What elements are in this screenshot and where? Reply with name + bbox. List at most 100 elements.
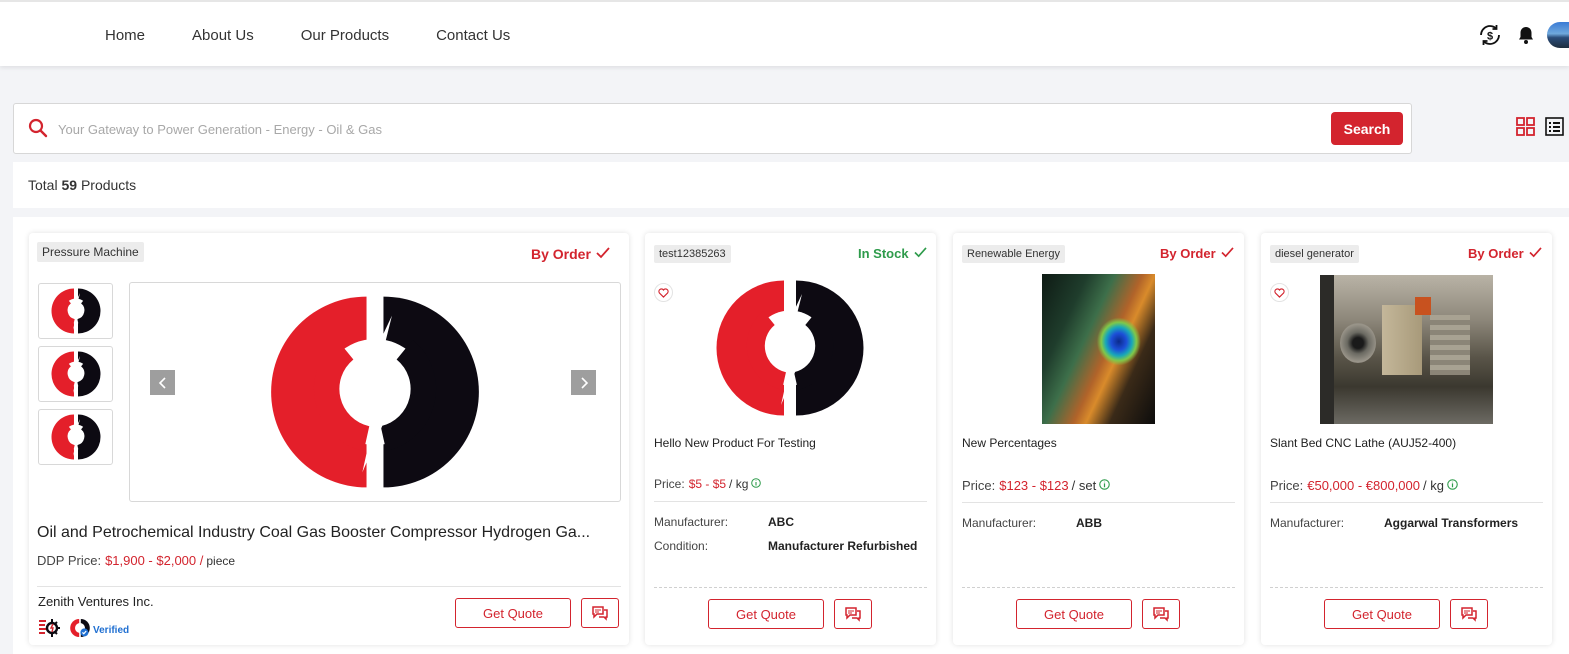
- category-tag: test12385263: [654, 245, 731, 263]
- price-line: Price: €50,000 - €800,000 / kg: [1270, 478, 1458, 493]
- product-card[interactable]: diesel generator By Order Slant Bed CNC …: [1261, 233, 1552, 645]
- nav-home[interactable]: Home: [105, 27, 145, 44]
- chat-icon: [1461, 607, 1477, 622]
- user-avatar[interactable]: [1547, 22, 1569, 48]
- thumbnail-list: [38, 283, 113, 472]
- price-value: €50,000 - €800,000: [1307, 478, 1421, 493]
- wishlist-heart-button[interactable]: [654, 283, 673, 302]
- view-toggle: [1516, 117, 1564, 141]
- chevron-right-icon: [580, 376, 588, 389]
- heart-icon: [658, 287, 669, 298]
- price-value: $123 - $123: [999, 478, 1069, 493]
- chat-button[interactable]: [581, 598, 619, 628]
- brand-logo-icon: [51, 414, 100, 460]
- product-image[interactable]: [1320, 275, 1493, 424]
- seller-name[interactable]: Zenith Ventures Inc.: [38, 594, 154, 609]
- search-button[interactable]: Search: [1331, 112, 1403, 145]
- price-value: $1,900 - $2,000 /: [105, 553, 204, 568]
- wishlist-heart-button[interactable]: [1270, 283, 1289, 302]
- product-title[interactable]: New Percentages: [962, 436, 1057, 450]
- check-icon: [1529, 246, 1542, 261]
- price-value: $5 - $5: [688, 477, 727, 491]
- list-view-icon[interactable]: [1545, 117, 1564, 141]
- brand-logo-icon: [51, 288, 100, 334]
- carousel-next-button[interactable]: [571, 370, 596, 395]
- get-quote-button[interactable]: Get Quote: [708, 599, 824, 629]
- search-input[interactable]: [58, 118, 1258, 140]
- divider: [1270, 587, 1543, 588]
- total-suffix: Products: [80, 177, 137, 193]
- divider: [37, 586, 621, 587]
- manufacturer-value: ABB: [1076, 516, 1102, 530]
- info-icon[interactable]: [1099, 478, 1110, 493]
- product-image[interactable]: [1042, 274, 1155, 424]
- product-title[interactable]: Oil and Petrochemical Industry Coal Gas …: [37, 524, 590, 542]
- results-summary: Total 59 Products: [13, 162, 1569, 208]
- search-icon: [28, 118, 48, 143]
- availability-status: By Order: [1160, 246, 1234, 261]
- product-card[interactable]: Renewable Energy By Order New Percentage…: [953, 233, 1244, 645]
- top-header: Home About Us Our Products Contact Us $: [0, 0, 1569, 66]
- carousel-prev-button[interactable]: [150, 370, 175, 395]
- manufacturer-row: Manufacturer: Aggarwal Transformers: [1270, 516, 1519, 530]
- chat-button[interactable]: [834, 599, 872, 629]
- check-icon: [596, 246, 610, 262]
- grid-view-icon[interactable]: [1516, 117, 1535, 141]
- thumbnail[interactable]: [38, 283, 113, 339]
- divider: [654, 501, 927, 502]
- thumbnail[interactable]: [38, 346, 113, 402]
- condition-value: Manufacturer Refurbished: [768, 539, 918, 553]
- product-card[interactable]: test12385263 In Stock Hello New Product …: [645, 233, 936, 645]
- category-tag: Pressure Machine: [37, 242, 144, 262]
- divider: [1270, 502, 1543, 503]
- verified-badge-icon: [70, 618, 90, 643]
- get-quote-button[interactable]: Get Quote: [1016, 599, 1132, 629]
- heart-icon: [1274, 287, 1285, 298]
- verified-label: Verified: [93, 625, 130, 636]
- availability-status: By Order: [531, 246, 610, 262]
- info-icon[interactable]: [1447, 478, 1458, 493]
- price-unit: piece: [206, 553, 236, 568]
- nav-contact-us[interactable]: Contact Us: [436, 27, 510, 44]
- check-icon: [1221, 246, 1234, 261]
- gear-bolt-icon: [38, 618, 60, 643]
- price-unit: / kg: [1423, 478, 1444, 493]
- thumbnail[interactable]: [38, 409, 113, 465]
- product-title[interactable]: Hello New Product For Testing: [654, 436, 816, 450]
- price-line: Price: $5 - $5 / kg: [654, 477, 762, 491]
- manufacturer-value: Aggarwal Transformers: [1384, 516, 1519, 530]
- manufacturer-row: Manufacturer: ABB: [962, 516, 1102, 530]
- brand-logo-icon: [716, 280, 864, 416]
- currency-exchange-icon[interactable]: $: [1477, 22, 1503, 48]
- bell-icon[interactable]: [1517, 25, 1535, 45]
- divider: [654, 587, 927, 588]
- manufacturer-value: ABC: [768, 515, 794, 529]
- category-tag: diesel generator: [1270, 245, 1359, 263]
- availability-status: By Order: [1468, 246, 1542, 261]
- info-icon[interactable]: [751, 477, 762, 491]
- get-quote-button[interactable]: Get Quote: [1324, 599, 1440, 629]
- main-nav: Home About Us Our Products Contact Us: [105, 27, 557, 44]
- products-panel: Pressure Machine By Order Oil and Petroc…: [13, 217, 1569, 654]
- total-count: 59: [61, 177, 78, 193]
- price-unit: / set: [1071, 478, 1097, 493]
- chat-icon: [592, 606, 608, 621]
- nav-our-products[interactable]: Our Products: [301, 27, 389, 44]
- manufacturer-row: Manufacturer: ABC: [654, 515, 794, 529]
- check-icon: [913, 246, 927, 261]
- availability-status: In Stock: [858, 246, 927, 261]
- product-title[interactable]: Slant Bed CNC Lathe (AUJ52-400): [1270, 436, 1456, 450]
- total-prefix: Total: [28, 177, 58, 193]
- nav-about-us[interactable]: About Us: [192, 27, 254, 44]
- brand-logo-icon: [271, 296, 479, 488]
- chat-button[interactable]: [1450, 599, 1488, 629]
- divider: [962, 502, 1235, 503]
- svg-text:$: $: [1487, 31, 1493, 43]
- featured-product-card[interactable]: Pressure Machine By Order Oil and Petroc…: [29, 233, 629, 645]
- price-unit: / kg: [729, 477, 749, 491]
- price-line: DDP Price: $1,900 - $2,000 / piece: [37, 553, 236, 568]
- get-quote-button[interactable]: Get Quote: [455, 598, 571, 628]
- product-image[interactable]: [715, 273, 865, 428]
- brand-logo-icon: [51, 351, 100, 397]
- chat-button[interactable]: [1142, 599, 1180, 629]
